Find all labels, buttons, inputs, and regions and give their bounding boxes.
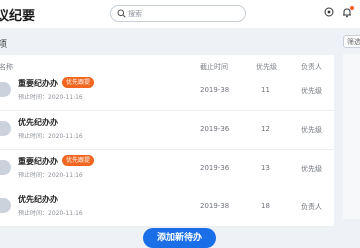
- target-icon[interactable]: [324, 7, 334, 17]
- column-header-name: 名称: [0, 63, 13, 71]
- side-panel: [343, 54, 360, 219]
- column-header-priority: 优先级: [256, 63, 277, 71]
- priority-cell: 13: [261, 164, 270, 172]
- owner-cell: 负责人: [301, 203, 322, 211]
- task-title: 优先纪办办: [18, 118, 58, 127]
- priority-cell: 18: [261, 202, 270, 210]
- avatar: [0, 82, 11, 97]
- owner-cell: 优先级: [301, 126, 322, 134]
- column-header-owner: 负责人: [301, 63, 322, 71]
- task-title: 重要纪办办: [18, 157, 58, 166]
- date-cell: 2019-38: [200, 86, 230, 94]
- priority-badge: 优先跟提: [62, 77, 95, 88]
- task-title: 优先纪办办: [18, 195, 58, 204]
- column-header-deadline: 截止时间: [200, 63, 228, 71]
- top-bar: 议纪要: [0, 0, 360, 28]
- date-cell: 2019-36: [200, 164, 230, 172]
- deadline-text: 预止时间：2020-11:16: [18, 210, 83, 217]
- app-title: 议纪要: [0, 9, 36, 24]
- filter-button[interactable]: 筛选: [343, 35, 360, 48]
- table-row[interactable]: 优先纪办办 预止时间：2020-11:16 2019-36 12 优先级: [0, 111, 334, 150]
- table-row[interactable]: 优先纪办办 预止时间：2020-11:16 2019-38 18 负责人: [0, 188, 334, 227]
- deadline-text: 预止时间：2020-11:16: [18, 94, 83, 101]
- section-title: 项: [0, 40, 8, 50]
- date-cell: 2019-36: [200, 125, 230, 133]
- owner-cell: 优先级: [301, 87, 322, 95]
- search-icon: [117, 9, 126, 18]
- search-input[interactable]: [128, 6, 238, 21]
- table-row[interactable]: 重要纪办办 优先跟提 预止时间：2020-11:16 2019-38 11 优先…: [0, 72, 334, 111]
- priority-badge: 优先跟提: [62, 155, 95, 166]
- task-title: 重要纪办办: [18, 79, 58, 88]
- add-todo-button[interactable]: 添加新待办: [143, 228, 216, 248]
- date-cell: 2019-38: [200, 202, 230, 210]
- priority-cell: 11: [261, 86, 270, 94]
- avatar: [0, 198, 11, 213]
- notification-dot: [350, 6, 354, 10]
- owner-cell: 优先级: [301, 165, 322, 173]
- priority-cell: 12: [261, 125, 270, 133]
- table-row[interactable]: 重要纪办办 优先跟提 预止时间：2020-11:16 2019-36 13 优先…: [0, 150, 334, 189]
- search-box[interactable]: [110, 5, 246, 22]
- avatar: [0, 121, 11, 136]
- deadline-text: 预止时间：2020-11:16: [18, 133, 83, 140]
- avatar: [0, 160, 11, 175]
- deadline-text: 预止时间：2020-11:16: [18, 172, 83, 179]
